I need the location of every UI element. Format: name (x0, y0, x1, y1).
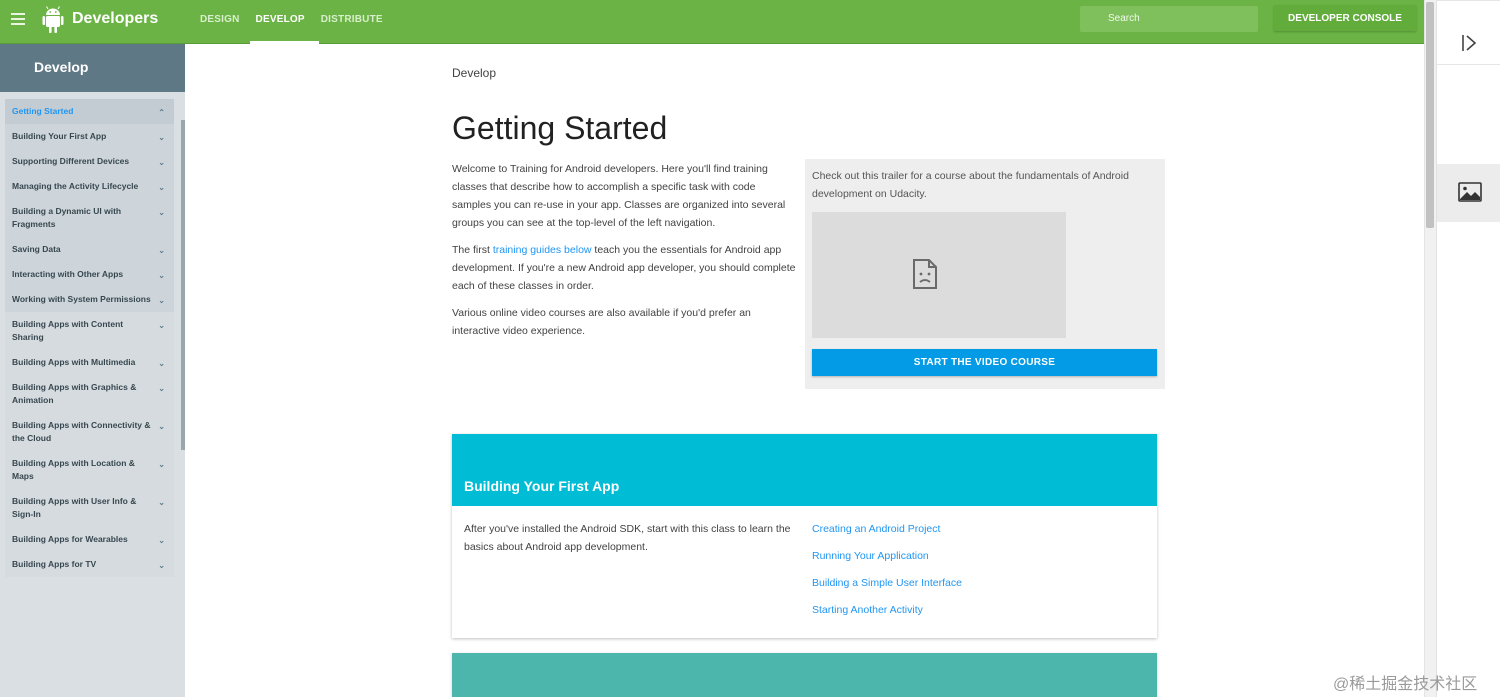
chevron-down-icon[interactable]: ⌄ (158, 131, 165, 144)
sidebar-nav-item[interactable]: Building Apps with Location & Maps ⌄ (5, 451, 174, 489)
tab-distribute[interactable]: DISTRIBUTE (321, 0, 391, 44)
chevron-down-icon[interactable]: ⌄ (158, 181, 165, 194)
expand-panel-icon[interactable] (1461, 34, 1477, 52)
sidebar-nav-item-label: Building Apps with Content Sharing (12, 319, 124, 342)
image-icon (1458, 182, 1482, 202)
sidebar-nav-item-label: Building a Dynamic UI with Fragments (12, 206, 122, 229)
course-description: After you've installed the Android SDK, … (464, 523, 791, 553)
course-title[interactable]: Building Your First App (464, 478, 619, 494)
right-side-panel (1436, 0, 1500, 697)
chevron-down-icon[interactable]: ⌄ (158, 420, 165, 433)
tab-develop[interactable]: DEVELOP (249, 0, 319, 44)
sidebar-nav-item-label: Building Apps with Graphics & Animation (12, 382, 137, 405)
course-card-header: Building Your First App (452, 434, 1157, 506)
course-lessons-list: Creating an Android Project Running Your… (812, 520, 962, 628)
sidebar-nav-item[interactable]: Building Apps for Wearables ⌄ (5, 527, 174, 552)
tab-design[interactable]: DESIGN (200, 0, 248, 44)
sidebar-nav-item[interactable]: Managing the Activity Lifecycle ⌄ (5, 174, 174, 199)
sidebar-nav-item[interactable]: Building Apps with Graphics & Animation ⌄ (5, 375, 174, 413)
sidebar-nav-item-label: Interacting with Other Apps (12, 269, 124, 279)
lesson-link[interactable]: Starting Another Activity (812, 601, 962, 619)
chevron-down-icon[interactable]: ⌄ (158, 496, 165, 509)
sidebar-nav-item[interactable]: Building Apps with Content Sharing ⌄ (5, 312, 174, 350)
chevron-down-icon[interactable]: ⌄ (158, 357, 165, 370)
lesson-link[interactable]: Creating an Android Project (812, 520, 962, 538)
sidebar-nav-item-label: Building Apps with Location & Maps (12, 458, 135, 481)
lesson-link[interactable]: Building a Simple User Interface (812, 574, 962, 592)
course-card: Building Your First App After you've ins… (452, 434, 1157, 638)
sidebar-nav-list: Getting Started ⌃ Building Your First App ⌄… (5, 99, 174, 577)
video-description: Check out this trailer for a course abou… (812, 170, 1129, 200)
sidebar-nav-item[interactable]: Interacting with Other Apps ⌄ (5, 262, 174, 287)
sidebar-nav-item[interactable]: Building Apps for TV ⌄ (5, 552, 174, 577)
intro-text: Welcome to Training for Android develope… (452, 160, 797, 349)
sidebar-nav-item-label: Managing the Activity Lifecycle (12, 181, 139, 191)
sidebar-nav-item[interactable]: Building Apps with Connectivity & the Cl… (5, 413, 174, 451)
intro-text-segment: The first (452, 244, 493, 256)
sidebar-scrollbar[interactable] (181, 120, 185, 450)
sidebar-heading: Develop (0, 44, 185, 92)
next-course-card[interactable] (452, 653, 1157, 697)
panel-divider (1437, 64, 1500, 65)
video-course-card: Check out this trailer for a course abou… (805, 159, 1165, 389)
chevron-up-icon[interactable]: ⌃ (158, 106, 165, 119)
sidebar-nav-item[interactable]: Building a Dynamic UI with Fragments ⌄ (5, 199, 174, 237)
sidebar-nav-item-label: Building Apps for TV (12, 559, 97, 569)
intro-paragraph: Welcome to Training for Android develope… (452, 163, 786, 229)
left-sidebar: Develop Getting Started ⌃ Building Your Fi… (0, 44, 185, 697)
top-navigation: DESIGN DEVELOP DISTRIBUTE (200, 0, 399, 44)
chevron-down-icon[interactable]: ⌄ (158, 534, 165, 547)
sidebar-nav-item-label: Building Apps with User Info & Sign-In (12, 496, 137, 519)
panel-divider (1437, 0, 1500, 1)
sidebar-nav-item-label: Building Apps with Connectivity & the Cl… (12, 420, 151, 443)
start-video-course-button[interactable]: START THE VIDEO COURSE (812, 349, 1157, 376)
chevron-down-icon[interactable]: ⌄ (158, 294, 165, 307)
sidebar-nav-item[interactable]: Supporting Different Devices ⌄ (5, 149, 174, 174)
sidebar-nav-item-label: Building Apps with Multimedia (12, 357, 136, 367)
sidebar-nav-item[interactable]: Working with System Permissions ⌄ (5, 287, 174, 312)
lesson-link[interactable]: Running Your Application (812, 547, 962, 565)
chevron-down-icon[interactable]: ⌄ (158, 244, 165, 257)
page-title: Getting Started (452, 110, 668, 146)
video-embed[interactable] (812, 212, 1066, 338)
sidebar-nav-item-label: Getting Started (12, 106, 74, 116)
intro-paragraph: Various online video courses are also av… (452, 307, 751, 337)
sidebar-nav-item[interactable]: Building Apps with User Info & Sign-In ⌄ (5, 489, 174, 527)
chevron-down-icon[interactable]: ⌄ (158, 559, 165, 572)
sidebar-nav-item-label: Saving Data (12, 244, 61, 254)
sidebar-nav-item-label: Working with System Permissions (12, 294, 151, 304)
chevron-down-icon[interactable]: ⌄ (158, 458, 165, 471)
brand-title[interactable]: Developers (72, 10, 158, 28)
chevron-down-icon[interactable]: ⌄ (158, 319, 165, 332)
watermark-text: @稀土掘金技术社区 (1333, 676, 1478, 693)
page-scrollbar-thumb[interactable] (1426, 2, 1434, 228)
sidebar-nav-item-label: Building Your First App (12, 131, 107, 141)
sidebar-nav-item[interactable]: Getting Started ⌃ (5, 99, 174, 124)
chevron-down-icon[interactable]: ⌄ (158, 156, 165, 169)
top-app-bar: Developers DESIGN DEVELOP DISTRIBUTE Sea… (0, 0, 1424, 44)
training-guides-link[interactable]: training guides below (493, 244, 592, 256)
image-button[interactable] (1437, 164, 1500, 222)
chevron-down-icon[interactable]: ⌄ (158, 206, 165, 219)
hamburger-menu-icon[interactable] (11, 13, 25, 25)
chevron-down-icon[interactable]: ⌄ (158, 382, 165, 395)
developer-console-button[interactable]: DEVELOPER CONSOLE (1274, 5, 1416, 31)
sidebar-nav-item-label: Building Apps for Wearables (12, 534, 128, 544)
chevron-down-icon[interactable]: ⌄ (158, 269, 165, 282)
search-input[interactable]: Search (1080, 6, 1258, 32)
breadcrumb[interactable]: Develop (452, 66, 496, 80)
android-logo-icon[interactable] (41, 6, 65, 34)
intro-paragraph: The first training guides below teach yo… (452, 241, 797, 295)
broken-file-icon (913, 259, 937, 289)
sidebar-nav-item-label: Supporting Different Devices (12, 156, 130, 166)
sidebar-nav-item[interactable]: Saving Data ⌄ (5, 237, 174, 262)
sidebar-nav-item[interactable]: Building Apps with Multimedia ⌄ (5, 350, 174, 375)
sidebar-nav-item[interactable]: Building Your First App ⌄ (5, 124, 174, 149)
